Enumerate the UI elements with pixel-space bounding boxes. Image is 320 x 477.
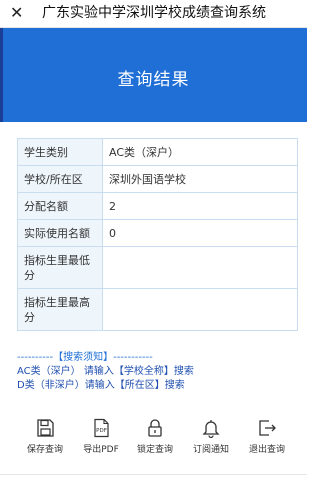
row-label-max-score: 指标生里最高分 bbox=[17, 288, 103, 331]
svg-text:PDF: PDF bbox=[96, 428, 107, 434]
subscribe-notice-label: 订阅通知 bbox=[192, 445, 229, 455]
action-bar: 保存查询 PDF 导出PDF 锁定查询 订阅通知 退出查询 bbox=[0, 418, 307, 466]
save-query-button[interactable]: 保存查询 bbox=[16, 418, 74, 455]
exit-query-button[interactable]: 退出查询 bbox=[238, 418, 296, 455]
close-icon[interactable]: ✕ bbox=[10, 4, 23, 22]
row-label-school: 学校/所在区 bbox=[17, 165, 103, 193]
page-title: 查询结果 bbox=[117, 70, 190, 90]
divider bbox=[0, 474, 307, 475]
lock-query-label: 锁定查询 bbox=[136, 445, 173, 455]
tip-d-type: D类（非深户）请输入【所在区】搜索 bbox=[17, 380, 185, 391]
pdf-icon: PDF bbox=[94, 418, 109, 438]
table-row: 实际使用名额 0 bbox=[17, 219, 298, 247]
save-icon bbox=[37, 419, 54, 437]
export-pdf-button[interactable]: PDF 导出PDF bbox=[72, 418, 130, 455]
tips-heading: ----------【搜索须知】----------- bbox=[17, 352, 153, 363]
row-label-used-quota: 实际使用名额 bbox=[17, 219, 103, 247]
table-row: 指标生里最高分 bbox=[17, 288, 298, 331]
row-value-student-type: AC类（深户） bbox=[102, 138, 298, 166]
table-row: 指标生里最低分 bbox=[17, 246, 298, 289]
row-label-student-type: 学生类别 bbox=[17, 138, 103, 166]
window-title: 广东实验中学深圳学校成绩查询系统 bbox=[42, 5, 266, 21]
results-table: 学生类别 AC类（深户） 学校/所在区 深圳外国语学校 分配名额 2 实际使用名… bbox=[17, 138, 298, 331]
table-row: 学生类别 AC类（深户） bbox=[17, 138, 298, 166]
search-tips: ----------【搜索须知】----------- AC类（深户） 请输入【… bbox=[17, 351, 297, 393]
row-label-min-score: 指标生里最低分 bbox=[17, 246, 103, 289]
lock-icon bbox=[148, 419, 162, 437]
top-bar: ✕ 广东实验中学深圳学校成绩查询系统 bbox=[0, 0, 307, 28]
header-banner: 查询结果 bbox=[0, 28, 307, 122]
row-value-school: 深圳外国语学校 bbox=[102, 165, 298, 193]
row-label-quota: 分配名额 bbox=[17, 192, 103, 220]
table-row: 分配名额 2 bbox=[17, 192, 298, 220]
row-value-quota: 2 bbox=[102, 192, 298, 220]
save-query-label: 保存查询 bbox=[26, 445, 63, 455]
row-value-used-quota: 0 bbox=[102, 219, 298, 247]
row-value-min-score bbox=[102, 246, 298, 289]
exit-icon bbox=[259, 420, 276, 436]
row-value-max-score bbox=[102, 288, 298, 331]
lock-query-button[interactable]: 锁定查询 bbox=[126, 418, 184, 455]
tip-ac-type: AC类（深户） 请输入【学校全称】搜索 bbox=[17, 366, 194, 377]
subscribe-notice-button[interactable]: 订阅通知 bbox=[182, 418, 240, 455]
bell-icon bbox=[202, 420, 220, 438]
export-pdf-label: 导出PDF bbox=[83, 445, 119, 455]
table-row: 学校/所在区 深圳外国语学校 bbox=[17, 165, 298, 193]
exit-query-label: 退出查询 bbox=[248, 445, 285, 455]
